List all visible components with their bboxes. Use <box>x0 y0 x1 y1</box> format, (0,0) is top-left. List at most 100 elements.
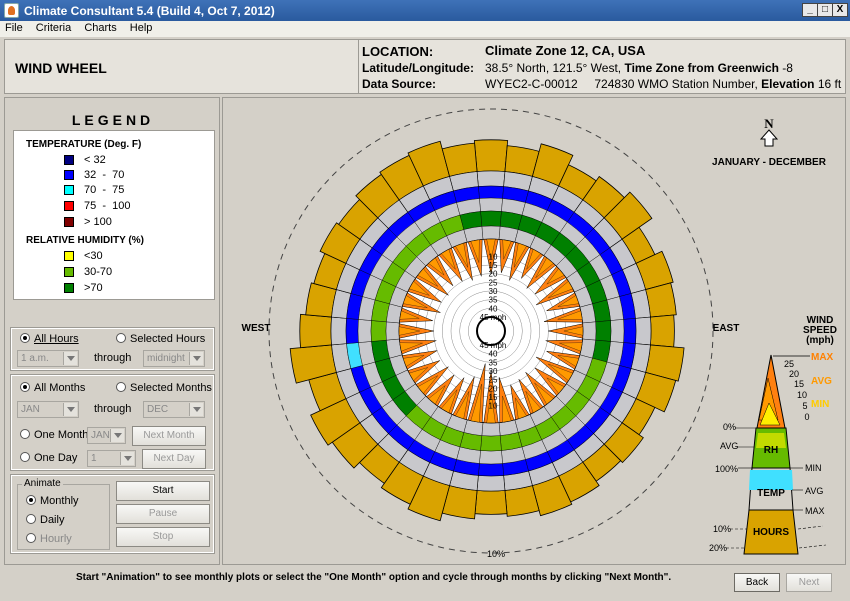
speed-tick: 25 <box>784 359 794 369</box>
location-value: Climate Zone 12, CA, USA <box>485 43 646 58</box>
window-title: Climate Consultant 5.4 (Build 4, Oct 7, … <box>24 4 275 18</box>
speed-label-upper: 30 <box>489 287 498 296</box>
next-button[interactable]: Next <box>786 573 832 592</box>
daily-label: Daily <box>40 514 65 526</box>
temp-32-70-cell <box>478 463 504 477</box>
hours-through: through <box>94 352 132 364</box>
elevation-label: Elevation <box>761 77 815 91</box>
start-button[interactable]: Start <box>116 481 210 501</box>
menu-charts[interactable]: Charts <box>79 21 121 35</box>
all-months-radio[interactable]: All Months <box>20 382 85 396</box>
back-button[interactable]: Back <box>734 573 780 592</box>
maximize-button[interactable]: □ <box>817 3 833 17</box>
temp-key-label: TEMP <box>757 488 785 499</box>
speed-tick: 10 <box>797 390 807 400</box>
north-arrow-icon <box>759 129 779 147</box>
temp-32-70-cell <box>345 318 359 344</box>
station-number: 724830 WMO Station Number, <box>594 77 758 91</box>
key-avg: AVG <box>811 376 832 387</box>
temp-other-cell <box>635 316 652 346</box>
chevron-down-icon <box>63 352 77 365</box>
rh-inner-cell <box>481 422 501 437</box>
rh-inner-cell <box>481 225 501 240</box>
all-months-label: All Months <box>34 382 86 394</box>
percent-label: 10% <box>487 549 505 559</box>
rh-cell <box>480 435 502 452</box>
chart-panel: 10 15 20 25 30 35 40 45 mph 45 mph 40 35 30 25 20 15 10… <box>222 97 846 565</box>
hours-bar <box>649 314 675 348</box>
rh-cell <box>370 320 387 342</box>
latlon-value: 38.5° North, 121.5° West, Time Zone from… <box>485 61 793 75</box>
temp-key-band <box>749 470 793 490</box>
all-hours-radio[interactable]: All Hours <box>20 333 79 347</box>
monthly-label: Monthly <box>40 495 79 507</box>
pause-button[interactable]: Pause <box>116 504 210 524</box>
temp-inner-cell <box>479 197 503 212</box>
speed-tick: 15 <box>794 379 804 389</box>
temp-swatch <box>64 217 74 227</box>
rh-swatch <box>64 251 74 261</box>
temp-max: MAX <box>805 506 825 516</box>
hours-panel: All Hours Selected Hours 1 a.m. through … <box>10 327 215 371</box>
hour-from-select[interactable]: 1 a.m. <box>17 350 79 367</box>
chevron-down-icon <box>110 429 124 442</box>
temp-item-label: 75 - 100 <box>84 200 131 212</box>
menu-criteria[interactable]: Criteria <box>31 21 76 35</box>
menu-help[interactable]: Help <box>125 21 158 35</box>
temp-32-70-cell <box>478 185 504 199</box>
menu-file[interactable]: File <box>0 21 28 35</box>
next-month-button[interactable]: Next Month <box>132 426 206 446</box>
temp-inner-cell <box>479 450 503 465</box>
next-day-button[interactable]: Next Day <box>142 449 206 469</box>
temp-32-70-cell <box>623 318 637 344</box>
speed-label-upper: 20 <box>489 270 498 279</box>
speed-label-lower: 25 <box>489 376 498 385</box>
temp-inner-cell <box>357 319 372 343</box>
month-to-select[interactable]: DEC <box>143 401 205 418</box>
selected-hours-radio[interactable]: Selected Hours <box>116 333 205 347</box>
key-max: MAX <box>811 352 834 363</box>
rh-swatch <box>64 283 74 293</box>
speed-tick: 5 <box>802 401 807 411</box>
north-label: N <box>764 116 774 131</box>
speed-label-upper: 15 <box>489 261 498 270</box>
source-id: WYEC2-C-00012 <box>485 77 578 91</box>
rh-inner-cell <box>582 321 597 341</box>
animate-panel: Animate Monthly Daily Hourly Start Pause… <box>10 474 215 554</box>
temp-swatch <box>64 185 74 195</box>
hour-from-value: 1 a.m. <box>21 353 49 364</box>
month-from-value: JAN <box>21 404 40 415</box>
temp-swatch <box>64 201 74 211</box>
one-day-select[interactable]: 1 <box>87 450 136 467</box>
selected-months-radio[interactable]: Selected Months <box>116 382 212 396</box>
rh-swatch <box>64 267 74 277</box>
timezone-value: -8 <box>782 61 793 75</box>
month-from-select[interactable]: JAN <box>17 401 79 418</box>
speed-tick: 20 <box>789 369 799 379</box>
hourly-radio[interactable]: Hourly <box>26 533 72 547</box>
close-button[interactable]: X <box>832 3 848 17</box>
daily-radio[interactable]: Daily <box>26 514 64 528</box>
latlon-label: Latitude/Longitude: <box>362 61 474 75</box>
rh-avg: AVG <box>720 441 738 451</box>
latlon-text: 38.5° North, 121.5° West, <box>485 61 622 75</box>
rh-item-label: <30 <box>84 250 103 262</box>
one-month-value: JAN <box>91 430 110 441</box>
monthly-radio[interactable]: Monthly <box>26 495 79 509</box>
chevron-down-icon <box>63 403 77 416</box>
hour-to-value: midnight <box>147 353 185 364</box>
one-month-select[interactable]: JAN <box>87 427 126 444</box>
one-day-radio[interactable]: One Day <box>20 452 77 466</box>
speed-label-upper: 35 <box>489 296 498 305</box>
period-label: JANUARY - DECEMBER <box>712 157 827 168</box>
rh-key-label: RH <box>764 445 778 456</box>
stop-button[interactable]: Stop <box>116 527 210 547</box>
one-month-radio[interactable]: One Month <box>20 429 88 443</box>
minimize-button[interactable]: _ <box>802 3 818 17</box>
selected-hours-label: Selected Hours <box>130 333 206 345</box>
rh-cell <box>595 320 612 342</box>
legend-title: LEGEND <box>71 112 155 128</box>
hour-to-select[interactable]: midnight <box>143 350 205 367</box>
temp-item-label: 70 - 75 <box>84 184 125 196</box>
source-label: Data Source: <box>362 77 437 91</box>
